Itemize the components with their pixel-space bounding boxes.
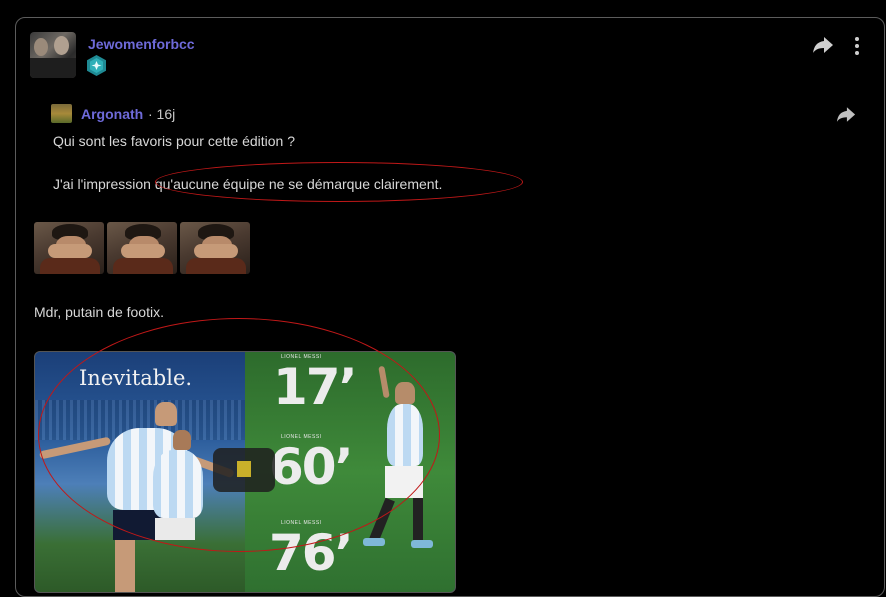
post-card: Jewomenforbcc Argonath · 16j Qui sont le… — [15, 17, 885, 597]
quoted-text-line: J'ai l'impression qu'aucune équipe ne se… — [53, 176, 443, 192]
quoted-text-line: Qui sont les favoris pour cette édition … — [53, 133, 296, 149]
diamond-badge-icon — [87, 55, 106, 76]
play-icon — [237, 461, 251, 477]
more-vertical-icon[interactable] — [852, 36, 862, 56]
author-avatar[interactable] — [30, 32, 76, 78]
image-caption: Inevitable. — [79, 366, 193, 390]
quoted-timestamp: · 16j — [148, 106, 176, 122]
goal-minute: 17’ — [273, 358, 358, 416]
goal-minute: 60’ — [269, 438, 354, 496]
message-body: Mdr, putain de footix. — [34, 304, 164, 320]
share-icon[interactable] — [812, 36, 834, 54]
goal-minute: 76’ — [269, 524, 354, 582]
facepalm-emote — [34, 222, 104, 274]
facepalm-emote — [180, 222, 250, 274]
embedded-image[interactable]: Inevitable. LIONEL MESSI 17’ LIONEL MESS… — [34, 351, 456, 593]
quoted-author-username[interactable]: Argonath — [81, 106, 143, 122]
play-button[interactable] — [213, 448, 275, 492]
share-icon[interactable] — [836, 106, 856, 123]
messi-minutes-graphic: LIONEL MESSI 17’ LIONEL MESSI 60’ LIONEL… — [245, 352, 455, 592]
facepalm-emote — [107, 222, 177, 274]
quoted-author-avatar[interactable] — [51, 104, 72, 123]
author-username[interactable]: Jewomenforbcc — [88, 36, 195, 52]
